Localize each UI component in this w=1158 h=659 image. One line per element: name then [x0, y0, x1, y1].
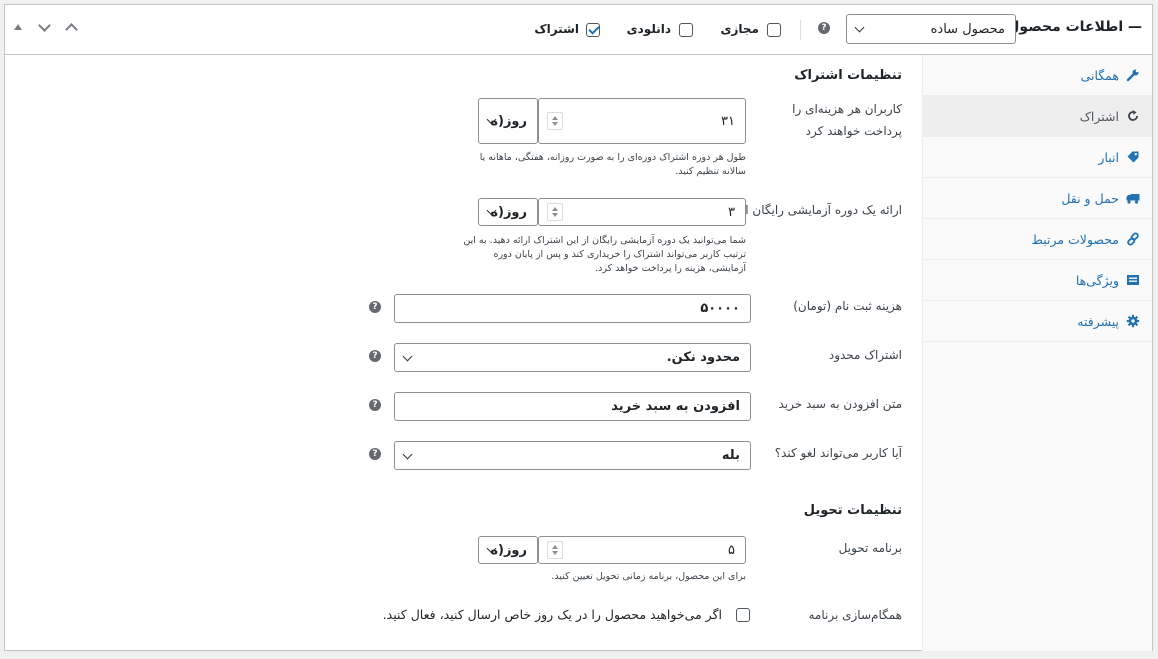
chevron-down-icon[interactable]: [38, 19, 51, 32]
tab-advanced-label: پیشرفته: [1077, 313, 1119, 329]
billing-unit-value: روز(ه: [490, 113, 527, 129]
cart-text-value: افزودن به سبد خرید: [611, 399, 740, 414]
downloadable-checkbox[interactable]: [679, 23, 693, 37]
delivery-schedule-input[interactable]: ۵: [538, 536, 746, 564]
tab-linked-products-label: محصولات مرتبط: [1031, 231, 1119, 247]
tab-shipping-label: حمل و نقل: [1061, 190, 1119, 206]
downloadable-label: دانلودی: [626, 22, 671, 36]
help-icon[interactable]: ?: [818, 22, 830, 34]
chevron-down-icon: [402, 449, 413, 459]
tab-attributes[interactable]: ویژگی‌ها: [923, 260, 1152, 301]
delivery-schedule-label: برنامه تحویل: [838, 541, 902, 555]
limit-subscription-label: اشتراک محدود: [828, 348, 902, 362]
free-trial-unit-value: روز(ه: [490, 204, 527, 220]
chevron-down-icon: [402, 351, 413, 361]
sync-schedule-checkbox-label: اگر می‌خواهید محصول را در یک روز خاص ارس…: [382, 607, 722, 622]
product-type-select[interactable]: محصول ساده: [846, 14, 1016, 44]
delivery-schedule-description: برای این محصول، برنامه زمانی تحویل تعیین…: [551, 571, 746, 582]
delivery-section-title: تنظیمات تحویل: [803, 503, 902, 518]
number-spinner-icon[interactable]: [547, 541, 563, 559]
help-icon[interactable]: ?: [369, 301, 381, 313]
panel-header: اطلاعات محصول — محصول ساده ? مجازی دانلو…: [5, 5, 1152, 55]
help-icon[interactable]: ?: [369, 350, 381, 362]
free-trial-value: ۳: [728, 204, 735, 220]
sync-schedule-checkbox[interactable]: [736, 608, 750, 622]
panel-title: اطلاعات محصول —: [1007, 19, 1142, 35]
signup-fee-label: هزینه ثبت نام (تومان): [793, 299, 902, 313]
triangle-up-icon[interactable]: [14, 24, 22, 30]
billing-period-unit-select[interactable]: روز(ه: [478, 98, 538, 144]
subscription-label: اشتراک: [534, 22, 579, 36]
limit-subscription-value: محدود نکن.: [666, 350, 740, 365]
billing-period-label: کاربران هر هزینه‌ای را پرداخت خواهند کرد: [792, 102, 902, 138]
number-spinner-icon[interactable]: [547, 203, 563, 221]
list-icon: [1127, 275, 1139, 285]
tag-icon: [1127, 151, 1139, 163]
subscription-checkbox[interactable]: [586, 23, 600, 37]
number-spinner-icon[interactable]: [547, 112, 563, 130]
sync-schedule-label: همگام‌سازی برنامه: [808, 608, 902, 622]
free-trial-label: ارائه یک دوره آزمایشی رایگان از: [739, 203, 902, 217]
can-cancel-select[interactable]: بله: [394, 441, 751, 470]
delivery-unit-value: روز(ه: [490, 542, 527, 558]
billing-period-description: طول هر دوره اشتراک دوره‌ای را به صورت رو…: [479, 152, 746, 177]
free-trial-length-input[interactable]: ۳: [538, 198, 746, 226]
delivery-schedule-value: ۵: [728, 542, 735, 558]
delivery-schedule-unit-select[interactable]: روز(ه: [478, 536, 538, 564]
product-data-panel: اطلاعات محصول — محصول ساده ? مجازی دانلو…: [4, 4, 1153, 651]
tab-general-label: همگانی: [1080, 67, 1119, 83]
cart-text-input[interactable]: افزودن به سبد خرید: [394, 392, 751, 421]
subscription-section-title: تنظیمات اشتراک: [794, 68, 902, 83]
free-trial-description: شما می‌توانید یک دوره آزمایشی رایگان از …: [463, 235, 746, 274]
billing-interval-value: ۳۱: [721, 113, 735, 129]
can-cancel-label: آیا کاربر می‌تواند لغو کند؟: [774, 446, 902, 460]
gear-icon: [1126, 314, 1140, 328]
tab-shipping[interactable]: حمل و نقل: [923, 178, 1152, 219]
tab-subscription[interactable]: اشتراک: [923, 96, 1152, 137]
chevron-up-icon[interactable]: [65, 23, 78, 36]
virtual-checkbox[interactable]: [767, 23, 781, 37]
truck-icon: [1126, 194, 1140, 204]
tab-inventory-label: انبار: [1098, 149, 1119, 165]
cart-text-label: متن افزودن به سبد خرید: [778, 397, 902, 411]
refresh-icon: [1128, 110, 1138, 121]
chevron-down-icon: [854, 22, 865, 33]
tab-advanced[interactable]: پیشرفته: [923, 301, 1152, 342]
free-trial-unit-select[interactable]: روز(ه: [478, 198, 538, 226]
product-data-tabs: همگانی اشتراک انبار حمل و نقل محصولات مر…: [922, 55, 1152, 651]
can-cancel-value: بله: [721, 448, 740, 463]
signup-fee-input[interactable]: ۵۰۰۰۰: [394, 294, 751, 323]
divider: [800, 20, 801, 40]
tab-linked-products[interactable]: محصولات مرتبط: [923, 219, 1152, 260]
wrench-icon: [1126, 69, 1139, 82]
signup-fee-value: ۵۰۰۰۰: [700, 301, 740, 316]
link-icon: [1127, 232, 1139, 246]
help-icon[interactable]: ?: [369, 448, 381, 460]
billing-interval-input[interactable]: ۳۱: [538, 98, 746, 144]
tab-general[interactable]: همگانی: [923, 55, 1152, 96]
limit-subscription-select[interactable]: محدود نکن.: [394, 343, 751, 372]
tab-inventory[interactable]: انبار: [923, 137, 1152, 178]
product-type-value: محصول ساده: [930, 21, 1005, 37]
tab-attributes-label: ویژگی‌ها: [1075, 272, 1119, 288]
tab-subscription-label: اشتراک: [1079, 108, 1119, 124]
virtual-label: مجازی: [720, 22, 760, 36]
help-icon[interactable]: ?: [369, 399, 381, 411]
